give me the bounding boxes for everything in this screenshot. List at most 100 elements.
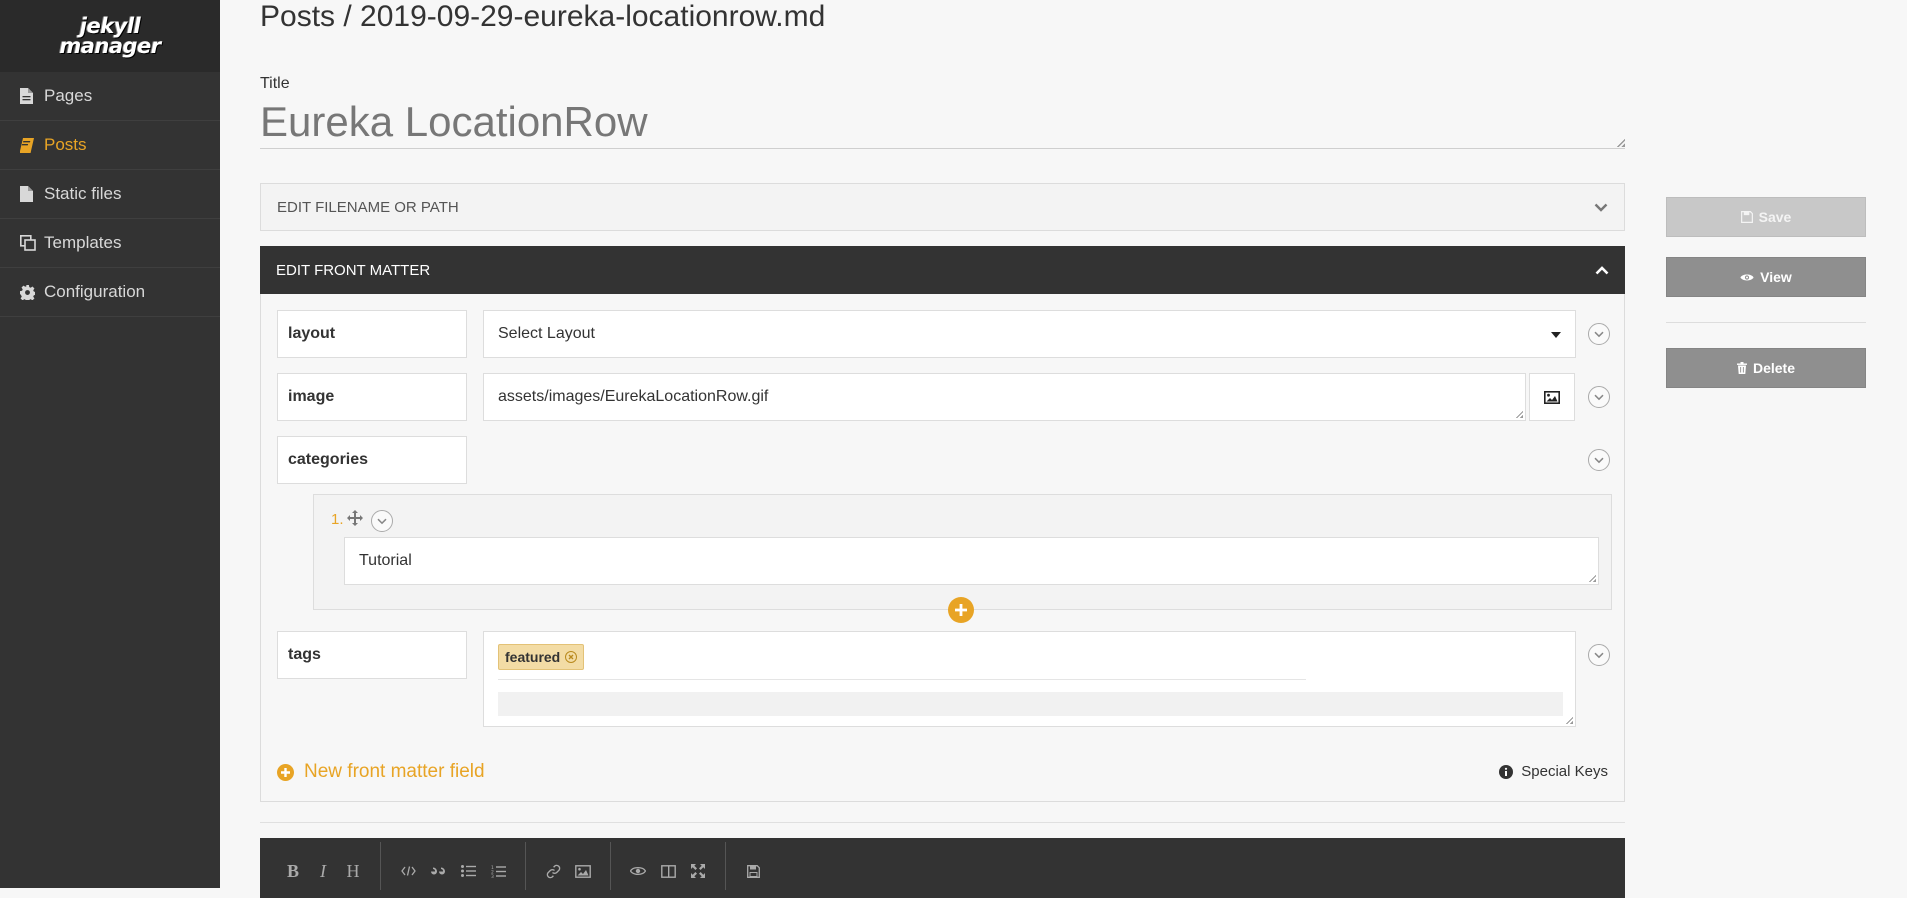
image-icon [1544, 390, 1560, 404]
sidebar-item-posts[interactable]: Posts [0, 121, 220, 170]
resize-handle[interactable] [1515, 410, 1523, 418]
preview-eye-icon[interactable] [623, 858, 653, 884]
svg-text:3: 3 [491, 874, 494, 878]
tags-input[interactable]: featured [483, 631, 1576, 727]
save-button[interactable]: Save [1666, 197, 1866, 237]
code-icon[interactable] [393, 858, 423, 884]
resize-handle[interactable] [1616, 138, 1625, 147]
new-front-matter-field-label: New front matter field [304, 761, 485, 782]
page-title: Posts / 2019-09-29-eureka-locationrow.md [260, 0, 826, 33]
new-front-matter-field-button[interactable]: New front matter field [277, 761, 485, 783]
tag-text-entry[interactable] [498, 692, 1563, 716]
sidebar-item-label: Static files [44, 184, 122, 203]
categories-key-field[interactable]: categories [277, 436, 467, 484]
chevron-down-icon [1594, 457, 1604, 463]
bold-icon[interactable]: B [278, 858, 308, 884]
actions-divider [1666, 322, 1866, 323]
edit-front-matter-header[interactable]: EDIT FRONT MATTER [260, 246, 1625, 294]
list-item-number: 1. [331, 511, 344, 528]
image-path-value: assets/images/EurekaLocationRow.gif [498, 388, 769, 405]
front-matter-body: layout Select Layout image assets/images… [260, 294, 1625, 802]
categories-key-label: categories [288, 451, 369, 468]
sidebar: jekyll manager Pages Posts Static files … [0, 0, 220, 888]
chevron-down-icon [1594, 652, 1604, 658]
sidebar-item-label: Templates [44, 233, 122, 252]
quote-icon[interactable] [423, 858, 453, 884]
gear-icon [20, 284, 44, 300]
side-by-side-icon[interactable] [653, 858, 683, 884]
title-input[interactable]: Eureka LocationRow [260, 96, 1625, 149]
image-row-menu-button[interactable] [1588, 386, 1610, 408]
special-keys-label: Special Keys [1521, 763, 1608, 780]
chevron-down-icon [377, 518, 387, 524]
resize-handle[interactable] [1565, 716, 1573, 724]
categories-row-menu-button[interactable] [1588, 449, 1610, 471]
eye-icon [1740, 274, 1754, 280]
image-key-label: image [288, 388, 335, 405]
sidebar-item-label: Pages [44, 86, 93, 105]
sidebar-item-templates[interactable]: Templates [0, 219, 220, 268]
image-picker-button[interactable] [1529, 373, 1575, 421]
info-circle-icon [1499, 764, 1514, 779]
chevron-down-icon [1594, 199, 1608, 216]
chevron-down-icon [1594, 394, 1604, 400]
remove-tag-icon[interactable] [565, 651, 578, 663]
view-button-label: View [1760, 269, 1792, 285]
italic-icon[interactable]: I [308, 858, 338, 884]
caret-down-icon [1551, 325, 1561, 343]
sidebar-item-label: Configuration [44, 282, 146, 301]
edit-filename-panel[interactable]: EDIT FILENAME OR PATH [260, 183, 1625, 231]
plus-circle-icon [277, 763, 294, 781]
sidebar-item-pages[interactable]: Pages [0, 72, 220, 121]
edit-filename-label: EDIT FILENAME OR PATH [277, 198, 459, 216]
sidebar-item-static-files[interactable]: Static files [0, 170, 220, 219]
title-input-value: Eureka LocationRow [260, 98, 648, 145]
category-item-input[interactable]: Tutorial [344, 537, 1599, 585]
jekyll-manager-logo[interactable]: jekyll manager [0, 0, 220, 72]
save-icon [1740, 211, 1753, 223]
image-icon[interactable] [568, 858, 598, 884]
fullscreen-icon[interactable] [683, 858, 713, 884]
sidebar-item-configuration[interactable]: Configuration [0, 268, 220, 317]
save-icon[interactable] [738, 858, 768, 884]
copy-icon [20, 235, 44, 251]
tags-key-label: tags [288, 646, 321, 663]
layout-select-value: Select Layout [498, 325, 595, 342]
delete-button[interactable]: Delete [1666, 348, 1866, 388]
ordered-list-icon[interactable]: 123 [483, 858, 513, 884]
layout-select[interactable]: Select Layout [483, 310, 1576, 358]
file-icon [20, 186, 44, 202]
image-key-field[interactable]: image [277, 373, 467, 421]
tags-row-menu-button[interactable] [1588, 644, 1610, 666]
title-label: Title [260, 75, 290, 92]
toolbar-separator [725, 842, 726, 890]
image-path-input[interactable]: assets/images/EurekaLocationRow.gif [483, 373, 1526, 421]
chevron-up-icon [1595, 262, 1609, 279]
toolbar-separator [525, 842, 526, 890]
layout-key-label: layout [288, 325, 336, 342]
toolbar-separator [380, 842, 381, 890]
plus-icon [955, 604, 967, 616]
heading-icon[interactable]: H [338, 858, 368, 884]
logo-line-1: jekyll [79, 14, 141, 38]
sidebar-item-label: Posts [44, 135, 87, 154]
tags-key-field[interactable]: tags [277, 631, 467, 679]
file-icon [20, 88, 44, 104]
tag-label: featured [505, 649, 561, 665]
unordered-list-icon[interactable] [453, 858, 483, 884]
tag-chip: featured [498, 644, 585, 670]
categories-list: 1. Tutorial [313, 494, 1612, 610]
logo-line-2: manager [59, 34, 161, 58]
resize-handle[interactable] [1588, 574, 1596, 582]
list-item-menu-button[interactable] [371, 510, 393, 532]
link-icon[interactable] [538, 858, 568, 884]
edit-front-matter-label: EDIT FRONT MATTER [276, 261, 431, 279]
special-keys-link[interactable]: Special Keys [1499, 763, 1608, 780]
add-list-item-button[interactable] [948, 597, 974, 623]
view-button[interactable]: View [1666, 257, 1866, 297]
drag-handle-icon[interactable] [347, 510, 363, 531]
trash-icon [1736, 362, 1747, 374]
tag-input-underline [498, 679, 1306, 680]
layout-row-menu-button[interactable] [1588, 323, 1610, 345]
layout-key-field[interactable]: layout [277, 310, 467, 358]
